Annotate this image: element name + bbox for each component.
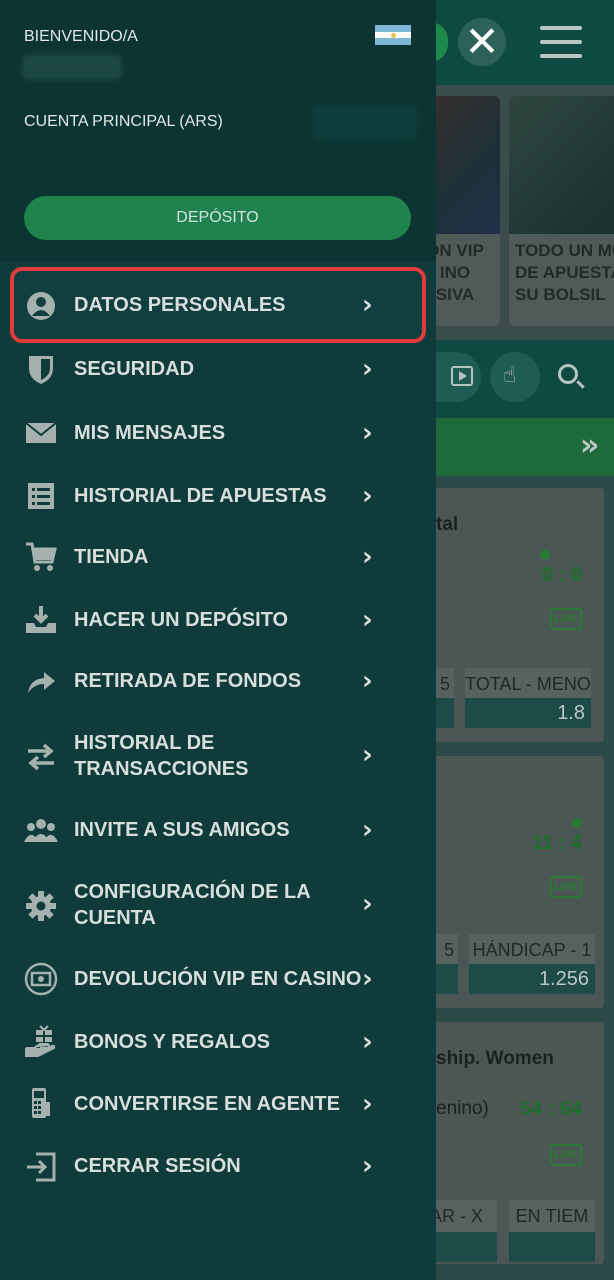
- account-label: CUENTA PRINCIPAL (ARS): [24, 113, 223, 130]
- menu-item-label: CONVERTIRSE EN AGENTE: [74, 1093, 340, 1115]
- highlight-outline: [10, 267, 426, 343]
- menu-item-label: MIS MENSAJES: [74, 422, 226, 444]
- menu-item-tienda[interactable]: TIENDA ›: [0, 526, 436, 584]
- menu-item-bonos-y-regalos[interactable]: BONOS Y REGALOS ›: [0, 1012, 436, 1070]
- chevron-right-icon: ›: [362, 418, 373, 448]
- menu-item-label: SEGURIDAD: [74, 358, 195, 380]
- live-badge: LIVE: [550, 876, 582, 898]
- close-icon[interactable]: ✕: [462, 21, 502, 63]
- odds-value[interactable]: 1.8: [465, 698, 591, 728]
- match-score: 11 : 4: [531, 832, 582, 854]
- odds-header: EN TIEM: [509, 1200, 595, 1232]
- promo-card[interactable]: TODO UN MU DE APUESTA SU BOLSIL: [509, 96, 614, 326]
- match-subtitle: enino): [436, 1098, 489, 1119]
- balance-redacted[interactable]: [312, 104, 418, 140]
- promo-card-text: TODO UN MU DE APUESTA SU BOLSIL: [515, 241, 614, 304]
- logout-icon: [27, 1152, 56, 1182]
- menu-item-configuracion-de-la-cuenta[interactable]: CONFIGURACIÓN DE LA CUENTA ›: [0, 864, 436, 946]
- odds-header: TOTAL - MENO: [465, 668, 591, 700]
- chevron-right-icon: ›: [362, 354, 373, 384]
- match-title: tal: [436, 514, 459, 535]
- match-score: 54 : 64: [519, 1098, 582, 1120]
- transfer-arrows-icon: [28, 743, 54, 771]
- match-title: ship. Women: [436, 1048, 554, 1069]
- promo-image: [509, 96, 614, 234]
- tap-hand-icon: ☝: [503, 363, 517, 388]
- match-score: 0 : 0: [541, 564, 582, 586]
- menu-item-historial-de-transacciones[interactable]: HISTORIAL DE TRANSACCIONES ›: [0, 716, 436, 796]
- menu-item-label: HISTORIAL DE TRANSACCIONES: [74, 732, 249, 780]
- deposit-button[interactable]: DEPÓSITO: [24, 196, 411, 240]
- menu-item-label: INVITE A SUS AMIGOS: [74, 819, 290, 841]
- chevron-right-icon: ›: [362, 666, 373, 696]
- menu-item-convertirse-en-agente[interactable]: CONVERTIRSE EN AGENTE ›: [0, 1074, 436, 1132]
- gift-icon: [25, 1025, 56, 1057]
- cart-icon: [26, 542, 57, 571]
- hamburger-menu-icon[interactable]: [540, 26, 582, 58]
- live-badge: LIVE: [550, 1144, 582, 1166]
- share-arrow-icon: [28, 672, 55, 693]
- live-dot: [572, 818, 582, 828]
- odds-value[interactable]: 1.256: [469, 964, 595, 994]
- menu-item-seguridad[interactable]: SEGURIDAD ›: [0, 340, 436, 398]
- menu-item-historial-de-apuestas[interactable]: HISTORIAL DE APUESTAS ›: [0, 464, 436, 522]
- welcome-label: BIENVENIDO/A: [24, 28, 138, 45]
- menu-item-label: BONOS Y REGALOS: [74, 1031, 270, 1053]
- users-group-icon: [24, 819, 58, 842]
- chevron-right-icon: ›: [362, 481, 373, 511]
- search-icon[interactable]: [558, 364, 578, 384]
- username-redacted: [22, 54, 122, 80]
- chevron-right-icon: ›: [362, 542, 373, 572]
- chevron-right-icon: ›: [362, 815, 373, 845]
- menu-item-devolucion-vip-en-casino[interactable]: DEVOLUCIÓN VIP EN CASINO ›: [0, 950, 436, 1008]
- menu-item-label: TIENDA: [74, 546, 149, 568]
- side-drawer: BIENVENIDO/A CUENTA PRINCIPAL (ARS) DEPÓ…: [0, 0, 436, 1280]
- menu-item-label: CONFIGURACIÓN DE LA CUENTA: [74, 881, 311, 929]
- menu-item-retirada-de-fondos[interactable]: RETIRADA DE FONDOS ›: [0, 650, 436, 708]
- list-icon: [28, 483, 54, 509]
- agent-terminal-icon: [32, 1088, 50, 1118]
- double-chevron-right-icon[interactable]: »: [580, 428, 599, 463]
- menu-item-hacer-un-deposito[interactable]: HACER UN DEPÓSITO ›: [0, 588, 436, 646]
- chevron-right-icon: ›: [362, 964, 373, 994]
- menu-item-label: HISTORIAL DE APUESTAS: [74, 485, 327, 507]
- argentina-flag-icon[interactable]: [375, 25, 411, 45]
- gear-icon: [26, 891, 56, 921]
- download-tray-icon: [26, 606, 56, 633]
- chevron-right-icon: ›: [362, 1027, 373, 1057]
- menu-item-mis-mensajes[interactable]: MIS MENSAJES ›: [0, 402, 436, 460]
- chevron-right-icon: ›: [362, 1151, 373, 1181]
- chevron-right-icon: ›: [362, 889, 373, 919]
- envelope-icon: [25, 422, 57, 443]
- menu-item-label: HACER UN DEPÓSITO: [74, 609, 289, 631]
- menu-item-label: DEVOLUCIÓN VIP EN CASINO: [74, 968, 362, 990]
- cashback-icon: [24, 962, 58, 996]
- live-dot: [540, 550, 550, 560]
- menu-item-label: CERRAR SESIÓN: [74, 1155, 241, 1177]
- menu-item-cerrar-sesion[interactable]: CERRAR SESIÓN ›: [0, 1136, 436, 1194]
- chevron-right-icon: ›: [362, 740, 373, 770]
- odds-value[interactable]: [509, 1232, 595, 1262]
- chevron-right-icon: ›: [362, 605, 373, 635]
- video-icon[interactable]: [451, 366, 473, 386]
- menu-item-invite-a-sus-amigos[interactable]: INVITE A SUS AMIGOS ›: [0, 800, 436, 858]
- menu-item-label: RETIRADA DE FONDOS: [74, 670, 302, 692]
- live-badge: LIVE: [550, 608, 582, 630]
- shield-icon: [29, 356, 53, 384]
- odds-header: HÁNDICAP - 1: [469, 934, 595, 966]
- chevron-right-icon: ›: [362, 1089, 373, 1119]
